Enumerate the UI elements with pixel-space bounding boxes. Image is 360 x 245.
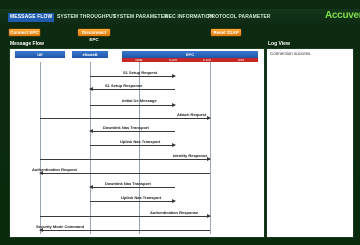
message-arrow (89, 185, 175, 189)
message-arrow (90, 74, 176, 78)
message-arrow (40, 157, 211, 161)
message-label: Uplink Nas Transport (120, 139, 161, 144)
ue-lifeline (40, 62, 41, 234)
sgw-entity: S-GW (156, 58, 190, 62)
message-flow-title: Message Flow (10, 41, 44, 47)
message-label: Authentication Response (150, 210, 199, 215)
brand-logo: Accuver (325, 10, 360, 21)
message-arrow (90, 143, 176, 147)
message-label: Downlink Nas Transport (103, 125, 149, 130)
pgw-entity: P-GW (190, 58, 224, 62)
message-label: Downlink Nas Transport (105, 181, 151, 186)
message-label: Initial Ue Message (122, 98, 157, 103)
enodeb-entity: eNodeB (72, 51, 108, 58)
message-arrow (39, 171, 210, 175)
message-arrow (39, 228, 210, 232)
log-line: Connection success. (270, 51, 312, 56)
message-arrow (90, 103, 176, 107)
epc-entity: EPC (122, 51, 258, 58)
message-arrow (90, 199, 176, 203)
message-label: Identity Response (173, 153, 208, 158)
message-arrow (89, 129, 175, 133)
connect-epc-button[interactable]: Connect EPC (9, 29, 40, 36)
message-arrow (40, 214, 211, 218)
message-arrow (89, 87, 175, 91)
reset-s1ap-button[interactable]: Reset S1AP (211, 29, 241, 36)
message-label: Security Mode Command (36, 224, 85, 229)
log-view-panel[interactable]: Connection success. (266, 48, 354, 238)
message-flow-panel: UE eNodeB EPC MME S-GW P-GW HSS S1 Setup… (9, 48, 265, 238)
tab-nec-information[interactable]: NEC INFORMATION (165, 13, 213, 22)
tab-system-parameter[interactable]: SYSTEM PARAMETER (113, 13, 168, 22)
hss-entity: HSS (224, 58, 258, 62)
tab-protocol-parameter[interactable]: PROTOCOL PARAMETER (208, 13, 271, 22)
message-label: Attach Request (177, 112, 207, 117)
message-label: Uplink Nas Transport (121, 195, 162, 200)
tab-message-flow[interactable]: MESSAGE FLOW (8, 13, 55, 22)
disconnect-epc-button[interactable]: Disconnect EPC (78, 29, 110, 42)
epc-lifeline (210, 62, 211, 234)
message-label: S1 Setup Response (105, 83, 143, 88)
message-label: S1 Setup Request (123, 70, 158, 75)
tab-system-throughput[interactable]: SYSTEM THROUGHPUT (57, 13, 116, 22)
message-arrow (40, 116, 211, 120)
ue-entity: UE (15, 51, 65, 58)
log-view-title: Log View (268, 41, 290, 47)
